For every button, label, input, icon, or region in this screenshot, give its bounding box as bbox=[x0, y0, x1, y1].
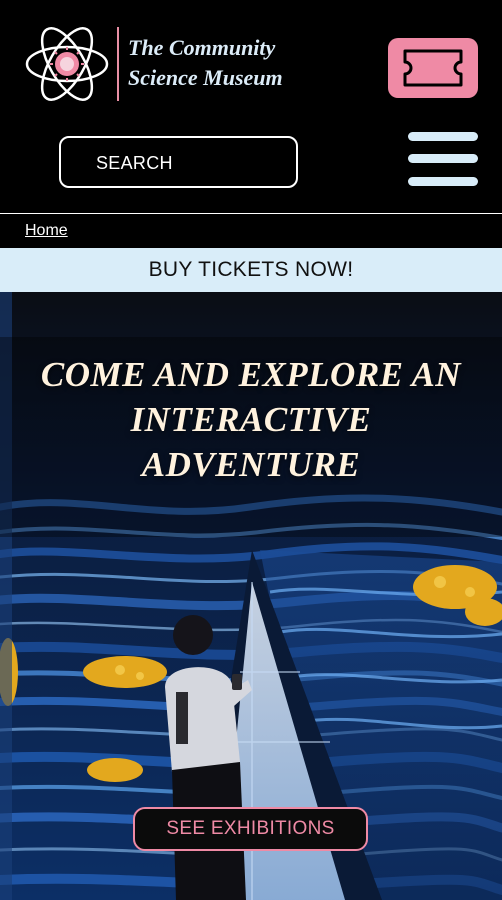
site-header: The Community Science Museum SEARCH bbox=[0, 0, 502, 213]
buy-tickets-banner[interactable]: BUY TICKETS NOW! bbox=[0, 248, 502, 292]
hero-section: COME AND EXPLORE AN INTERACTIVE ADVENTUR… bbox=[0, 292, 502, 900]
buy-tickets-label: BUY TICKETS NOW! bbox=[148, 258, 354, 281]
hero-title-line-3: ADVENTURE bbox=[141, 445, 361, 484]
brand-line-1: The Community bbox=[128, 35, 276, 60]
search-label: SEARCH bbox=[96, 153, 173, 173]
menu-bar-bottom bbox=[408, 177, 478, 186]
hero-title-line-2: INTERACTIVE bbox=[130, 400, 372, 439]
brand-line-2: Science Museum bbox=[128, 65, 283, 90]
brand-name[interactable]: The Community Science Museum bbox=[128, 33, 283, 93]
hero-title-line-1: COME AND EXPLORE AN bbox=[40, 355, 462, 394]
see-exhibitions-button[interactable]: SEE EXHIBITIONS bbox=[133, 807, 368, 851]
atom-icon[interactable] bbox=[22, 22, 112, 106]
hero-title: COME AND EXPLORE AN INTERACTIVE ADVENTUR… bbox=[0, 352, 502, 487]
tickets-button[interactable] bbox=[388, 38, 478, 98]
menu-bar-middle bbox=[408, 154, 478, 163]
hamburger-menu-icon[interactable] bbox=[408, 130, 478, 190]
ticket-icon bbox=[403, 49, 463, 87]
see-exhibitions-label: SEE EXHIBITIONS bbox=[166, 818, 335, 839]
menu-bar-top bbox=[408, 132, 478, 141]
logo-divider bbox=[117, 27, 119, 101]
search-input[interactable]: SEARCH bbox=[59, 136, 298, 188]
breadcrumb: Home bbox=[0, 214, 502, 248]
breadcrumb-home-link[interactable]: Home bbox=[25, 222, 68, 240]
